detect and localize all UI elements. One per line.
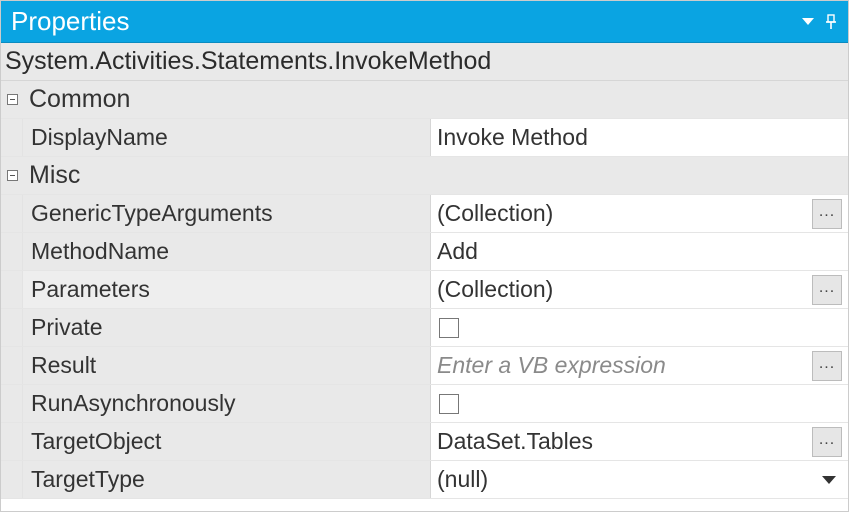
collapse-icon[interactable]	[7, 94, 18, 105]
ellipsis-button[interactable]: ...	[812, 199, 842, 229]
checkbox[interactable]	[439, 394, 459, 414]
prop-value[interactable]: (Collection) ...	[431, 195, 848, 232]
prop-label: RunAsynchronously	[23, 385, 431, 422]
value-text: (null)	[437, 466, 816, 493]
prop-label: GenericTypeArguments	[23, 195, 431, 232]
prop-value[interactable]	[431, 385, 848, 422]
prop-label: TargetType	[23, 461, 431, 498]
selected-object-type: System.Activities.Statements.InvokeMetho…	[1, 43, 848, 81]
prop-targettype[interactable]: TargetType (null)	[1, 461, 848, 499]
checkbox[interactable]	[439, 318, 459, 338]
prop-value[interactable]: (null)	[431, 461, 848, 498]
prop-value[interactable]: Invoke Method	[431, 119, 848, 156]
prop-value[interactable]: (Collection) ...	[431, 271, 848, 308]
prop-result[interactable]: Result Enter a VB expression ...	[1, 347, 848, 385]
prop-label: Private	[23, 309, 431, 346]
pin-icon[interactable]	[824, 14, 838, 30]
value-text: (Collection)	[437, 276, 806, 303]
value-text: (Collection)	[437, 200, 806, 227]
prop-parameters[interactable]: Parameters (Collection) ...	[1, 271, 848, 309]
category-common[interactable]: Common	[1, 81, 848, 119]
prop-value[interactable]: DataSet.Tables ...	[431, 423, 848, 460]
prop-label: Result	[23, 347, 431, 384]
chevron-down-icon[interactable]	[822, 476, 836, 484]
value-placeholder: Enter a VB expression	[437, 352, 806, 379]
ellipsis-button[interactable]: ...	[812, 427, 842, 457]
ellipsis-button[interactable]: ...	[812, 275, 842, 305]
panel-title: Properties	[11, 6, 802, 37]
category-label: Common	[23, 81, 130, 118]
prop-value[interactable]: Enter a VB expression ...	[431, 347, 848, 384]
ellipsis-button[interactable]: ...	[812, 351, 842, 381]
prop-displayname[interactable]: DisplayName Invoke Method	[1, 119, 848, 157]
prop-label: Parameters	[23, 271, 431, 308]
category-misc[interactable]: Misc	[1, 157, 848, 195]
prop-runasynchronously[interactable]: RunAsynchronously	[1, 385, 848, 423]
dropdown-icon[interactable]	[802, 18, 814, 26]
prop-targetobject[interactable]: TargetObject DataSet.Tables ...	[1, 423, 848, 461]
properties-panel: Properties System.Activities.Statements.…	[0, 0, 849, 512]
value-text: DataSet.Tables	[437, 428, 806, 455]
titlebar: Properties	[1, 1, 848, 43]
prop-private[interactable]: Private	[1, 309, 848, 347]
prop-label: DisplayName	[23, 119, 431, 156]
collapse-icon[interactable]	[7, 170, 18, 181]
prop-label: MethodName	[23, 233, 431, 270]
property-grid: Common DisplayName Invoke Method Misc Ge…	[1, 81, 848, 511]
value-text: Invoke Method	[437, 124, 842, 151]
value-text: Add	[437, 238, 842, 265]
category-label: Misc	[23, 157, 80, 194]
prop-generictypearguments[interactable]: GenericTypeArguments (Collection) ...	[1, 195, 848, 233]
prop-methodname[interactable]: MethodName Add	[1, 233, 848, 271]
prop-value[interactable]	[431, 309, 848, 346]
prop-label: TargetObject	[23, 423, 431, 460]
prop-value[interactable]: Add	[431, 233, 848, 270]
